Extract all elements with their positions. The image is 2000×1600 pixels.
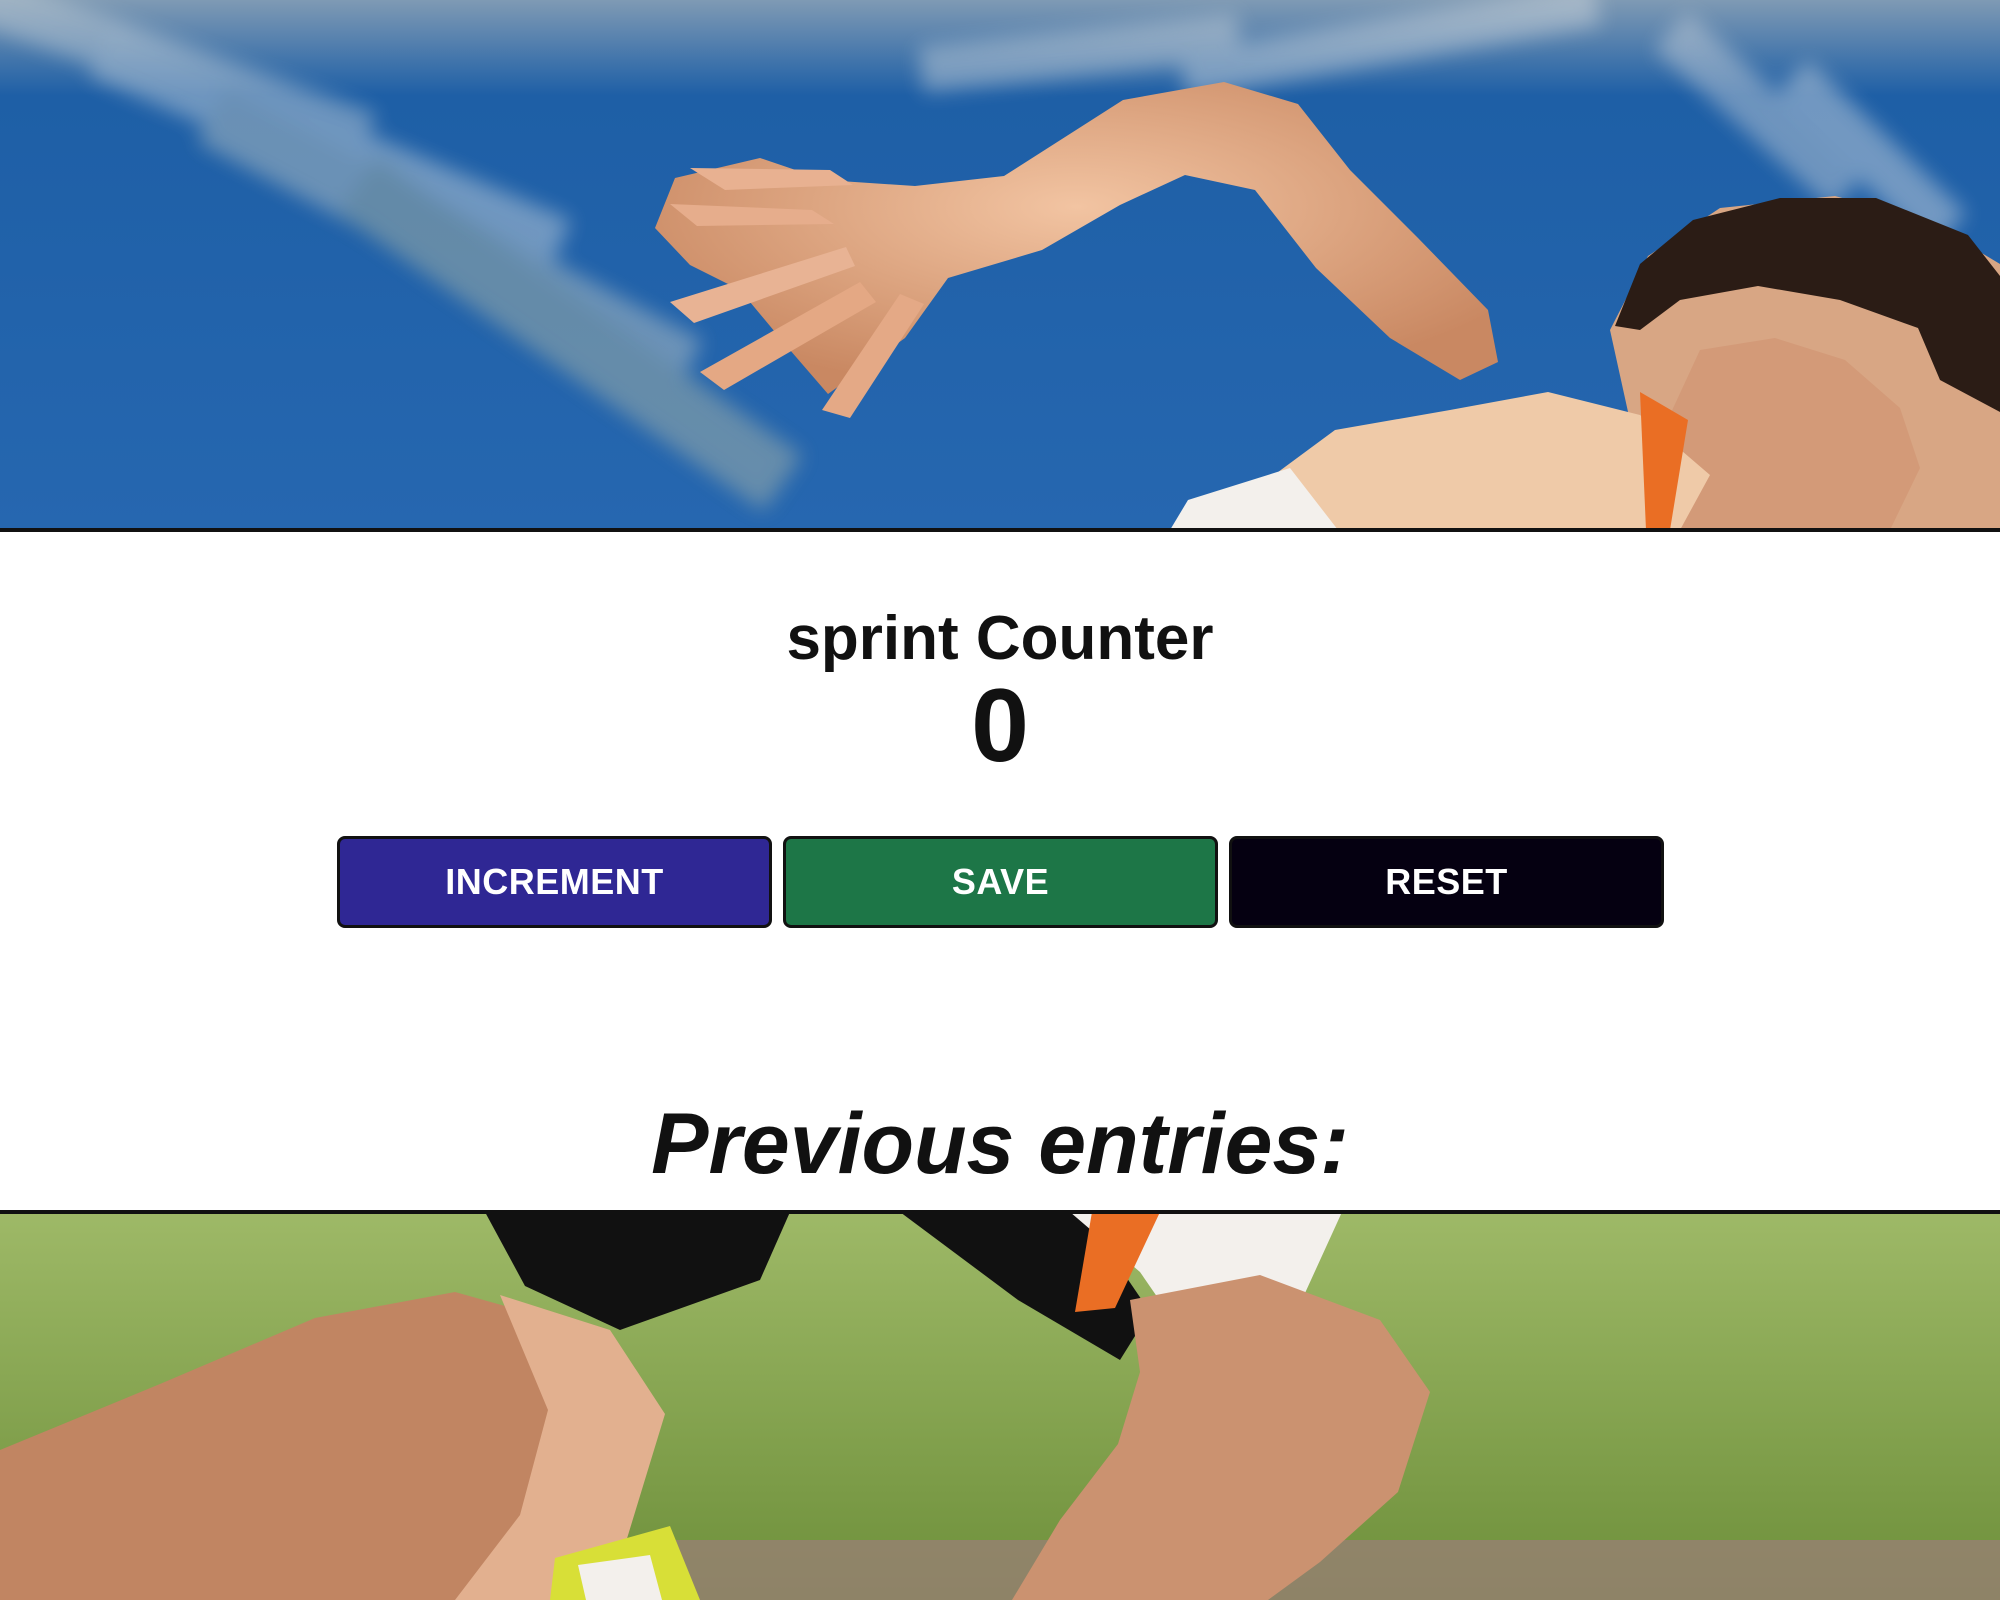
previous-entries-heading: Previous entries: — [651, 1096, 1349, 1193]
save-button[interactable]: SAVE — [783, 836, 1218, 928]
counter-panel: sprint Counter 0 INCREMENT SAVE RESET Pr… — [0, 528, 2000, 1214]
app-title: sprint Counter — [786, 603, 1214, 673]
reset-button[interactable]: RESET — [1229, 836, 1664, 928]
action-buttons: INCREMENT SAVE RESET — [337, 836, 1664, 928]
increment-button[interactable]: INCREMENT — [337, 836, 772, 928]
counter-value: 0 — [971, 668, 1029, 784]
